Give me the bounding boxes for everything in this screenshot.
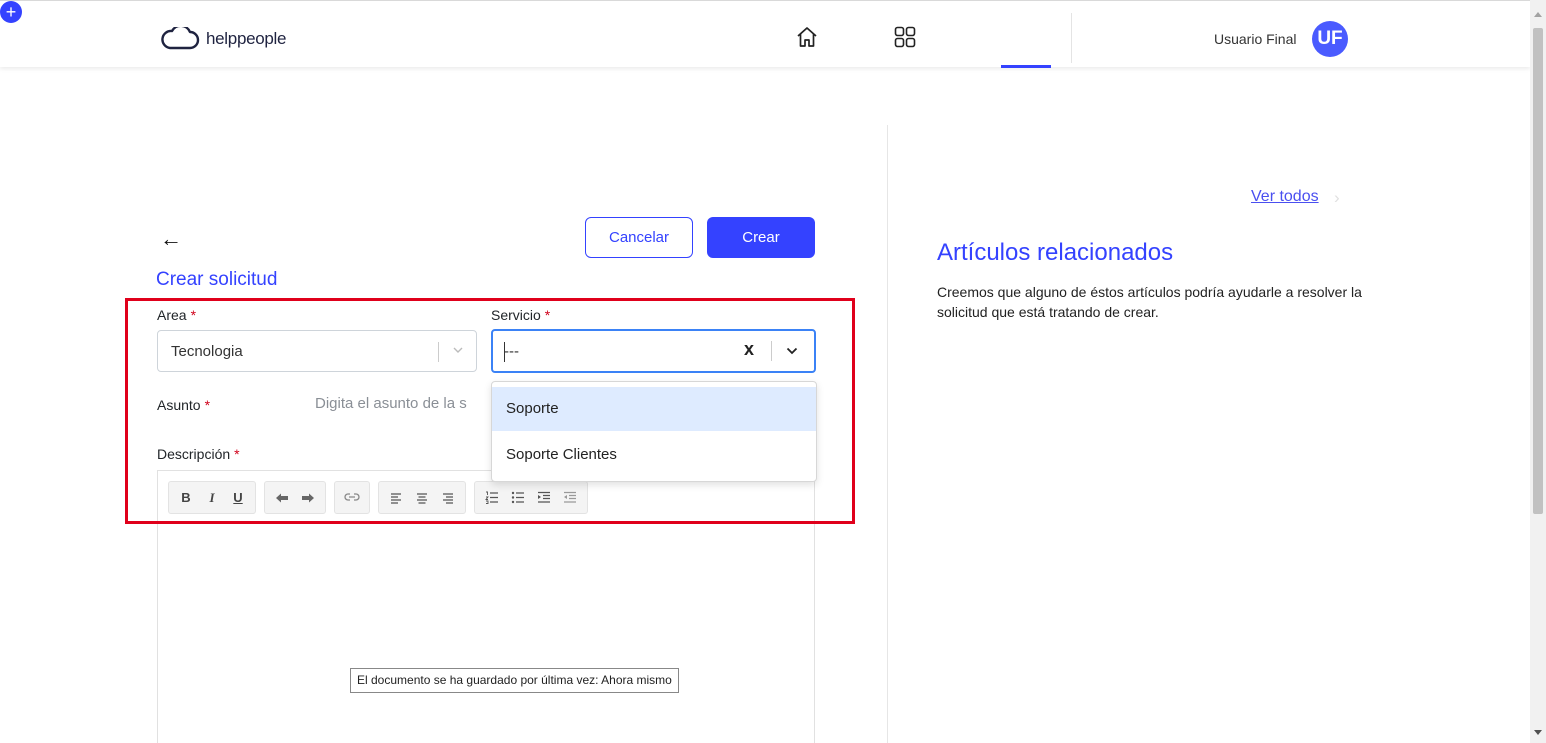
logo-text: helppeople xyxy=(206,29,287,48)
scrollbar-thumb[interactable] xyxy=(1533,28,1543,514)
panel-divider xyxy=(887,125,888,743)
related-articles-title: Artículos relacionados xyxy=(937,239,1174,266)
cancel-button[interactable]: Cancelar xyxy=(585,217,693,258)
ver-todos-link[interactable]: Ver todos xyxy=(1251,188,1319,206)
nav-divider xyxy=(1071,13,1072,63)
cloud-logo-icon xyxy=(160,27,200,51)
highlight-frame xyxy=(125,298,855,524)
avatar[interactable]: UF xyxy=(1312,21,1348,57)
plus-circle-icon[interactable]: + xyxy=(0,1,22,23)
scroll-up-icon[interactable] xyxy=(1534,12,1542,17)
top-navigation-bar: helppeople + Usuario Final UF xyxy=(0,0,1530,68)
saved-status-tooltip: El documento se ha guardado por última v… xyxy=(350,668,679,693)
chevron-right-icon[interactable]: › xyxy=(1334,188,1340,208)
apps-grid-icon[interactable] xyxy=(893,25,917,49)
related-articles-description: Creemos que alguno de éstos artículos po… xyxy=(937,284,1362,320)
scroll-down-icon[interactable] xyxy=(1534,730,1542,735)
create-button[interactable]: Crear xyxy=(707,217,815,258)
active-tab-indicator xyxy=(1001,65,1051,68)
page-scrollbar[interactable] xyxy=(1530,0,1546,743)
back-arrow-icon[interactable]: ← xyxy=(160,228,182,250)
logo[interactable]: helppeople xyxy=(160,27,287,51)
page-title: Crear solicitud xyxy=(156,269,278,290)
user-name[interactable]: Usuario Final xyxy=(1214,31,1296,47)
home-icon[interactable] xyxy=(795,25,819,49)
